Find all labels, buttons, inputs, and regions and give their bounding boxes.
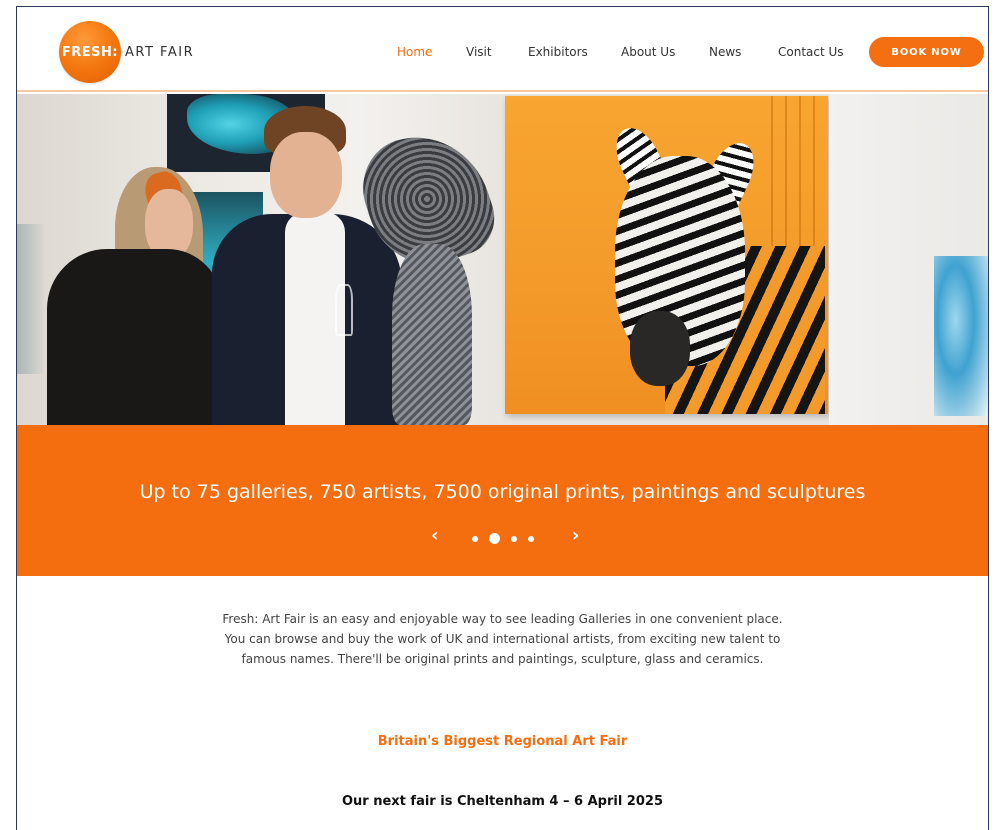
logo-mark: FRESH: (61, 44, 119, 60)
nav-home[interactable]: Home (397, 45, 432, 59)
carousel-dot-4[interactable] (528, 535, 534, 542)
site-logo[interactable]: FRESH: ART FAIR (59, 21, 194, 83)
carousel-dots (472, 533, 545, 544)
logo-ball: FRESH: (59, 21, 121, 83)
tagline: Britain's Biggest Regional Art Fair (377, 734, 628, 749)
carousel-dot-2[interactable] (489, 533, 500, 544)
carousel-prev-icon[interactable]: ‹ (431, 525, 438, 546)
site-header: FRESH: ART FAIR Home Visit Exhibitors Ab… (17, 7, 988, 92)
carousel-dot-1[interactable] (472, 535, 478, 542)
visitor-man-face (270, 132, 342, 218)
metal-sculpture (349, 118, 505, 425)
carousel-next-icon[interactable]: › (572, 525, 579, 546)
book-now-button[interactable]: BOOK NOW (869, 37, 984, 67)
next-fair-info: Our next fair is Cheltenham 4 – 6 April … (341, 794, 663, 809)
artwork-left-edge (17, 224, 43, 374)
browser-frame: FRESH: ART FAIR Home Visit Exhibitors Ab… (16, 6, 989, 830)
zebra-painting (505, 96, 828, 414)
nav-contact-us[interactable]: Contact Us (778, 45, 844, 59)
artwork-blue-right (934, 256, 988, 416)
logo-text: ART FAIR (125, 44, 195, 60)
nav-visit[interactable]: Visit (466, 45, 492, 59)
hero-image (17, 94, 988, 425)
nav-about-us[interactable]: About Us (621, 45, 675, 59)
carousel-dot-3[interactable] (511, 535, 517, 542)
wine-glass (335, 284, 353, 336)
visitor-woman (47, 249, 222, 425)
intro-paragraph: Fresh: Art Fair is an easy and enjoyable… (222, 612, 783, 666)
hero-banner: Up to 75 galleries, 750 artists, 7500 or… (17, 425, 988, 576)
nav-news[interactable]: News (709, 45, 741, 59)
banner-headline: Up to 75 galleries, 750 artists, 7500 or… (139, 481, 866, 503)
nav-exhibitors[interactable]: Exhibitors (528, 45, 588, 59)
